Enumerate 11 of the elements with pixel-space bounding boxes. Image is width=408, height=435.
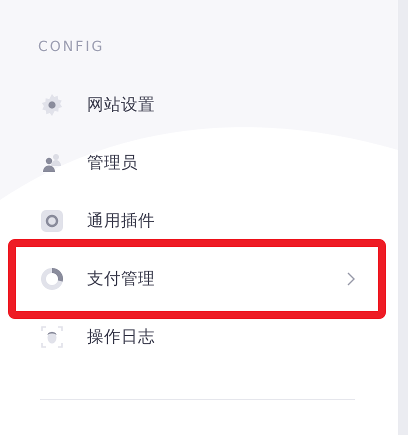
- menu-item[interactable]: 管理员: [0, 145, 398, 181]
- menu-item[interactable]: 支付管理: [0, 261, 398, 297]
- toggle-icon: [40, 209, 64, 233]
- face-scan-icon: [40, 325, 64, 349]
- gear-icon: [40, 93, 64, 117]
- section-heading: CONFIG: [38, 38, 106, 57]
- donut-icon: [40, 267, 64, 291]
- menu-item[interactable]: 操作日志: [0, 319, 398, 355]
- menu-item[interactable]: 通用插件: [0, 203, 398, 239]
- menu-item[interactable]: 网站设置: [0, 87, 398, 123]
- people-icon: [40, 151, 64, 175]
